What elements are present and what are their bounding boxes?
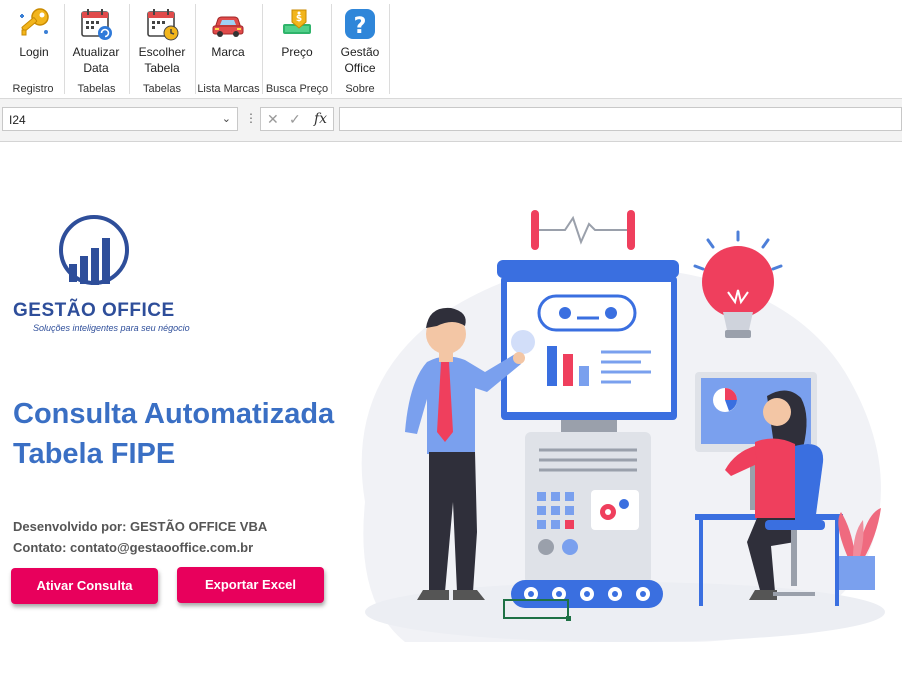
gestao-office-logo-icon [59,215,129,285]
ribbon: Login Registro Atualizar Data Tabelas Es… [0,0,902,99]
contact-text: Contato: contato@gestaooffice.com.br [13,540,254,555]
atualizar-data-button[interactable]: Atualizar Data [64,2,128,78]
brand-tagline: Soluções inteligentes para seu négocio [33,323,190,333]
name-box-value: I24 [9,113,26,127]
exportar-excel-button[interactable]: Exportar Excel [177,567,324,603]
more-options-icon[interactable]: ⋮ [245,111,257,125]
calendar-clock-icon [147,9,179,41]
ribbon-divider [389,4,390,94]
escolher-label-1: Escolher [138,45,186,59]
svg-text:$: $ [296,14,302,24]
car-icon [212,16,244,37]
group-lista-marcas: Marca Lista Marcas [195,0,262,98]
gestao-label-2: Office [344,61,376,75]
title-line-1: Consulta Automatizada [13,398,335,430]
title-line-2: Tabela FIPE [13,438,176,470]
group-tabelas-2: Escolher Tabela Tabelas [129,0,195,98]
insert-function-icon[interactable]: fx [314,111,327,127]
group-sobre: ? Gestão Office Sobre [331,0,389,98]
help-icon: ? [345,9,375,39]
formula-input[interactable] [339,107,902,131]
worksheet: GESTÃO OFFICE Soluções inteligentes para… [0,142,902,682]
ativar-consulta-button[interactable]: Ativar Consulta [11,568,158,604]
group-label-busca-preco: Busca Preço [265,83,329,95]
group-label-tabelas-2: Tabelas [143,83,181,95]
brand-name: GESTÃO OFFICE [13,300,175,321]
marca-label: Marca [211,45,245,59]
group-label-lista-marcas: Lista Marcas [197,83,260,95]
group-busca-preco: $ Preço Busca Preço [263,0,331,98]
atualizar-label-1: Atualizar [72,45,120,59]
formula-bar: I24 ⌄ ⋮ ✕ ✓ fx [0,99,902,142]
svg-text:?: ? [354,14,367,39]
selected-cell[interactable] [503,599,571,621]
preco-button[interactable]: $ Preço [265,2,329,78]
atualizar-label-2: Data [83,61,109,75]
group-tabelas-1: Atualizar Data Tabelas [64,0,129,98]
gestao-office-button[interactable]: ? Gestão Office [328,2,392,78]
robot-office-illustration [361,210,885,642]
name-box[interactable]: I24 ⌄ [2,107,238,131]
preco-label: Preço [281,45,313,59]
chevron-down-icon[interactable]: ⌄ [222,112,231,125]
cancel-icon[interactable]: ✕ [267,111,279,128]
group-label-registro: Registro [12,83,54,95]
developer-text: Desenvolvido por: GESTÃO OFFICE VBA [13,519,268,534]
group-registro: Login Registro [2,0,64,98]
group-label-tabelas-1: Tabelas [77,83,116,95]
price-tag-icon: $ [283,9,311,34]
enter-icon[interactable]: ✓ [289,111,301,128]
formula-controls: ✕ ✓ fx [260,107,334,131]
escolher-label-2: Tabela [144,61,180,75]
login-button[interactable]: Login [2,2,66,78]
group-label-sobre: Sobre [345,83,375,95]
marca-button[interactable]: Marca [196,2,260,78]
gestao-label-1: Gestão [340,45,380,59]
page-title: Consulta Automatizada Tabela FIPE [13,394,334,474]
escolher-tabela-button[interactable]: Escolher Tabela [130,2,194,78]
key-icon [20,8,49,36]
login-label: Login [19,45,49,59]
calendar-refresh-icon [81,9,112,40]
